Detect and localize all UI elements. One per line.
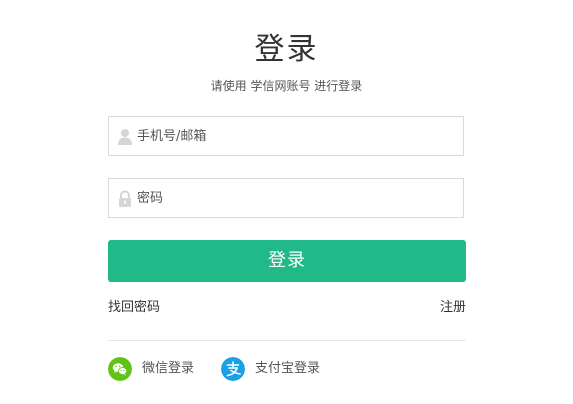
alipay-login-button[interactable]: 支付宝登录: [221, 356, 320, 382]
page-subtitle: 请使用 学信网账号 进行登录: [210, 79, 363, 93]
register-link[interactable]: 注册: [440, 298, 466, 318]
alipay-login-label: 支付宝登录: [255, 361, 321, 376]
page-title: 登录: [254, 32, 319, 67]
password-input[interactable]: [137, 179, 457, 217]
user-icon: [118, 129, 132, 145]
username-field[interactable]: [108, 116, 464, 156]
wechat-icon: [108, 357, 132, 381]
password-field[interactable]: [108, 178, 464, 218]
username-input[interactable]: [137, 117, 457, 155]
login-button[interactable]: 登录: [108, 240, 466, 282]
alipay-icon: [221, 357, 245, 381]
wechat-login-button[interactable]: 微信登录: [108, 356, 194, 382]
lock-icon: [119, 190, 131, 207]
divider: [108, 340, 466, 341]
login-page: 登录 请使用 学信网账号 进行登录 登录 找回密码 注册: [0, 0, 573, 404]
wechat-login-label: 微信登录: [142, 361, 195, 376]
forgot-password-link[interactable]: 找回密码: [108, 298, 160, 318]
